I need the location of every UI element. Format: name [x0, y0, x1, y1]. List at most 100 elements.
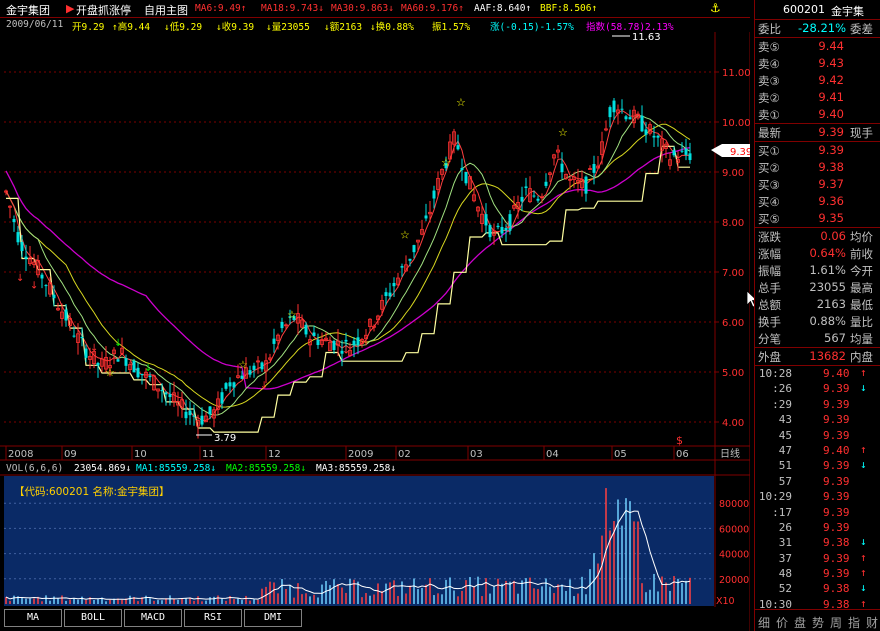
stat-label: 振幅 — [758, 264, 781, 278]
buy-row[interactable]: 买② 9.38 — [755, 159, 880, 176]
candle-body — [192, 415, 196, 417]
sell-label: 卖③ — [758, 74, 780, 88]
vol-header-label: VOL(6,6,6) — [6, 463, 63, 474]
info-close: ↓收9.39 — [216, 22, 255, 33]
arrow-signal-icon: ↓ — [90, 343, 98, 354]
quote-panel: 600201 金宇集 委比 -28.21% 委差 卖⑤ 9.44 卖④ 9.43 卖③ 9… — [754, 0, 880, 631]
buy-row[interactable]: 买③ 9.37 — [755, 176, 880, 193]
tick-price: 9.39 — [823, 490, 850, 504]
tick-row: 51 9.39 ↓ — [755, 458, 880, 473]
chart-title-bar: 金宇集团 ▶ 开盘抓涨停 自用主图 MA6:9.49↑ MA18:9.743↓ … — [0, 0, 750, 18]
weicha-label: 委差 — [850, 22, 873, 36]
tick-price: 9.39 — [823, 474, 850, 488]
date-axis-label: 06 — [676, 449, 689, 460]
tick-arrow: ↓ — [860, 535, 867, 549]
buy-row[interactable]: 买④ 9.36 — [755, 193, 880, 210]
info-turnover: ↓换0.88% — [370, 22, 414, 33]
star-signal-icon: ☆ — [287, 309, 297, 322]
quote-code: 600201 — [783, 3, 825, 16]
candle-body — [456, 145, 460, 150]
chart-area[interactable]: 11.00 10.00 9.00 8.00 7.00 6.00 5.00 4.00 2008 0… — [0, 32, 750, 631]
timeframe-label[interactable]: 日线 — [720, 447, 740, 460]
date-axis-label: 04 — [546, 449, 559, 460]
stat-row: 换手 0.88% 量比 — [755, 313, 880, 330]
signal-markers: ☆ ☆ ☆ ☆ ☆ ☆ ☆ ↓ ↓ ↓ ↓ ↓ ↓ ↓ ↓ — [16, 96, 568, 392]
stat-label: 总额 — [758, 298, 781, 312]
candle-body — [524, 186, 528, 189]
high-marker-label: 11.63 — [632, 32, 661, 43]
stat-value: 0.06 — [820, 229, 846, 243]
sell-row[interactable]: 卖④ 9.43 — [755, 55, 880, 72]
tick-arrow: ↑ — [860, 366, 867, 379]
stats-rows: 涨跌 0.06 均价 涨幅 0.64% 前收 振幅 1.61% 今开 总手 23055 最高 总额 216… — [755, 228, 880, 347]
candle-body — [12, 219, 16, 223]
arrow-signal-icon: ↓ — [30, 281, 38, 292]
footer-tab-0[interactable]: 细 — [758, 614, 770, 631]
tick-arrow: ↑ — [860, 550, 867, 564]
tick-list[interactable]: 10:28 9.40 ↑:26 9.39 ↓:29 9.39 43 9.39 45 9.39 47 9… — [755, 366, 880, 612]
tick-arrow: ↑ — [860, 596, 867, 610]
buy-label: 买④ — [758, 195, 780, 209]
date-axis-label: 09 — [64, 449, 77, 460]
footer-tab-2[interactable]: 盘 — [794, 614, 806, 631]
sell-row[interactable]: 卖② 9.41 — [755, 89, 880, 106]
sell-row[interactable]: 卖③ 9.42 — [755, 72, 880, 89]
tick-row: 26 9.39 — [755, 520, 880, 535]
footer-tab-3[interactable]: 势 — [812, 614, 824, 631]
buy-row[interactable]: 买⑤ 9.35 — [755, 210, 880, 227]
tab-ma[interactable]: MA — [4, 609, 62, 627]
candle-body — [544, 181, 548, 186]
candle-body — [248, 370, 252, 375]
footer-tab-1[interactable]: 价 — [776, 614, 788, 631]
vol-ma1: MA1:85559.258↓ — [136, 463, 216, 474]
candle-body — [608, 107, 612, 118]
volume-axis-label: 60000 — [719, 524, 749, 535]
tab-dmi[interactable]: DMI — [244, 609, 302, 627]
tick-price: 9.39 — [823, 397, 850, 411]
tick-row: :29 9.39 — [755, 397, 880, 412]
main-chart-label[interactable]: 自用主图 — [144, 2, 188, 18]
kline-chart-svg[interactable]: 11.00 10.00 9.00 8.00 7.00 6.00 5.00 4.00 2008 0… — [0, 32, 750, 631]
footer-tab-6[interactable]: 财 — [866, 614, 878, 631]
footer-tab-4[interactable]: 周 — [830, 614, 842, 631]
tab-boll[interactable]: BOLL — [64, 609, 122, 627]
buy-row[interactable]: 买① 9.39 — [755, 142, 880, 159]
stat-label2: 前收 — [850, 247, 873, 261]
tab-macd[interactable]: MACD — [124, 609, 182, 627]
footer-tab-5[interactable]: 指 — [848, 614, 860, 631]
star-signal-icon: ☆ — [558, 126, 568, 139]
tick-time: 47 — [778, 443, 792, 457]
ma6-label: MA6:9.49↑ — [195, 3, 247, 14]
candle-body — [136, 367, 140, 378]
candle-body — [208, 406, 212, 415]
stat-label2: 均价 — [850, 230, 873, 244]
candle-body — [168, 394, 172, 398]
anchor-icon[interactable]: ⚓ — [710, 1, 721, 15]
buy-price: 9.37 — [818, 177, 844, 191]
candle-body — [160, 390, 164, 392]
candle-body — [184, 411, 188, 419]
stat-value: 567 — [824, 331, 846, 345]
tick-time: 31 — [778, 536, 792, 550]
tick-price: 9.39 — [823, 413, 850, 427]
stat-row: 涨幅 0.64% 前收 — [755, 245, 880, 262]
arrow-signal-icon: ↓ — [260, 381, 268, 392]
candle-body — [240, 375, 244, 379]
indicator-name-label[interactable]: 开盘抓涨停 — [76, 2, 131, 18]
price-axis-labels: 11.00 10.00 9.00 8.00 7.00 6.00 5.00 4.00 — [722, 68, 750, 429]
candle-body — [464, 171, 468, 184]
sell-price: 9.41 — [818, 90, 844, 104]
tab-rsi[interactable]: RSI — [184, 609, 242, 627]
stat-label2: 最高 — [850, 281, 873, 295]
info-open: 开9.29 — [72, 22, 105, 33]
info-amplitude: 振1.57% — [432, 22, 471, 33]
candle-body — [628, 117, 632, 120]
candle-body — [532, 195, 536, 197]
sell-row[interactable]: 卖⑤ 9.44 — [755, 38, 880, 55]
dropdown-triangle-icon[interactable]: ▶ — [66, 2, 74, 15]
sell-label: 卖① — [758, 108, 780, 122]
price-axis-label: 11.00 — [722, 68, 750, 79]
sell-row[interactable]: 卖① 9.40 — [755, 106, 880, 123]
candle-body — [620, 108, 624, 110]
tick-price: 9.39 — [823, 382, 850, 396]
